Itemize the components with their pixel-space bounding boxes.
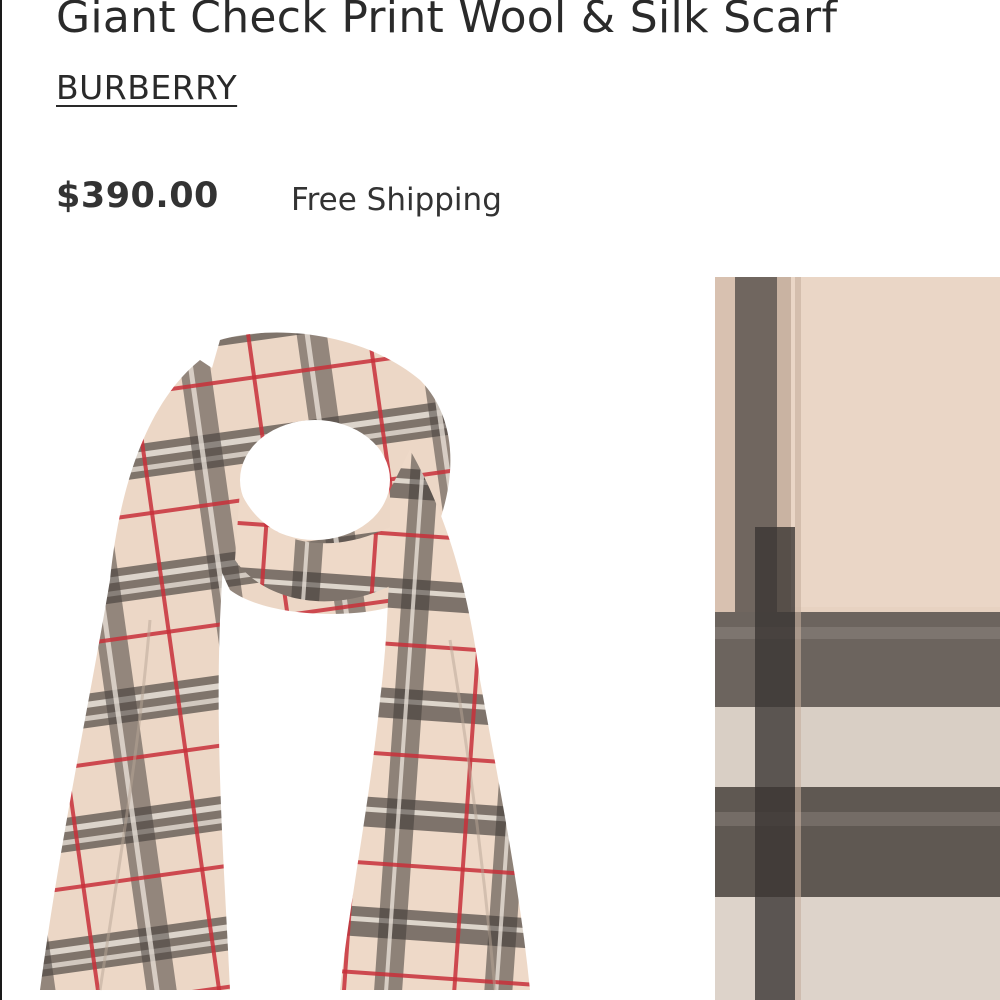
- fabric-closeup-illustration: [715, 277, 1000, 1000]
- product-price: $390.00: [56, 176, 219, 216]
- product-main-image[interactable]: [30, 320, 570, 1000]
- product-page: Giant Check Print Wool & Silk Scarf BURB…: [0, 0, 1000, 1000]
- brand-link[interactable]: BURBERRY: [56, 66, 237, 110]
- window-edge: [0, 0, 2, 1000]
- product-detail-image[interactable]: [715, 277, 1000, 1000]
- scarf-illustration: [40, 332, 530, 991]
- shipping-info: Free Shipping: [291, 182, 502, 218]
- product-title: Giant Check Print Wool & Silk Scarf: [56, 0, 838, 43]
